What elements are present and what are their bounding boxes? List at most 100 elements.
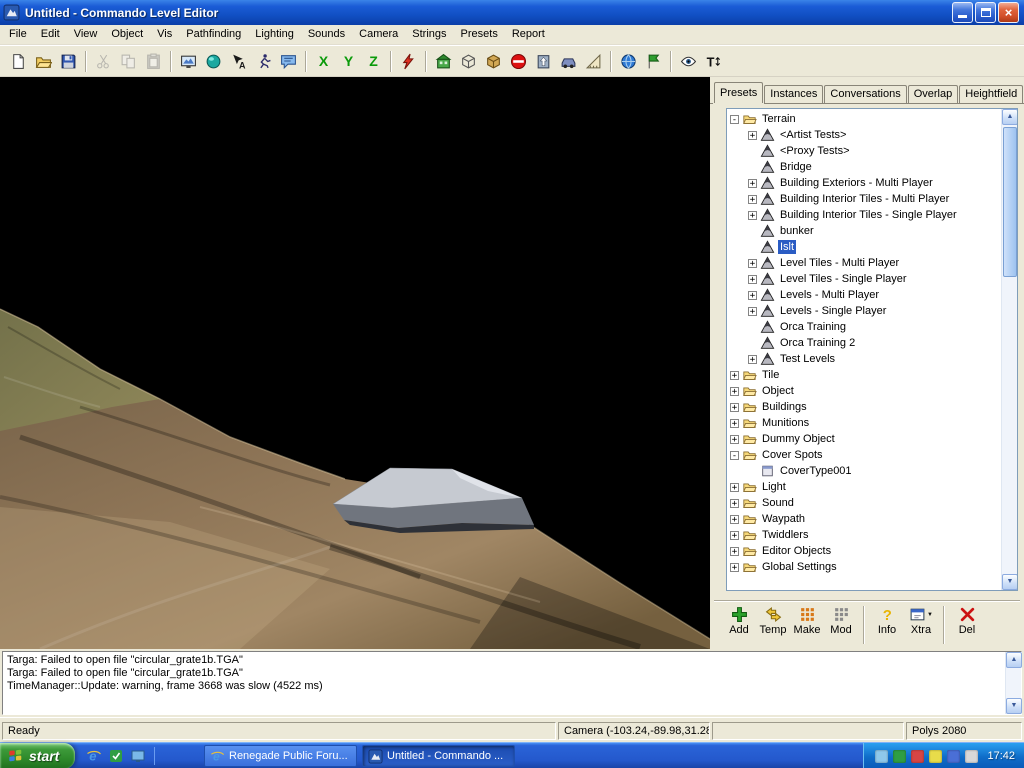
- tree-item[interactable]: + Tile: [727, 367, 1001, 383]
- tree-item-label[interactable]: Sound: [760, 496, 796, 510]
- tree-item-label[interactable]: Orca Training: [778, 320, 848, 334]
- tree-expand-plus-box[interactable]: +: [748, 211, 757, 220]
- tree-item[interactable]: +Level Tiles - Multi Player: [727, 255, 1001, 271]
- x-axis-button[interactable]: X: [311, 49, 336, 74]
- close-button[interactable]: ×: [998, 2, 1019, 23]
- tree-item[interactable]: Islt: [727, 239, 1001, 255]
- tree-expand-plus-box[interactable]: +: [730, 387, 739, 396]
- tree-scrollbar[interactable]: ▲ ▼: [1001, 109, 1017, 590]
- tab-presets[interactable]: Presets: [714, 82, 763, 103]
- tree-expand-minus-box[interactable]: -: [730, 115, 739, 124]
- z-axis-button[interactable]: Z: [361, 49, 386, 74]
- building-button[interactable]: [431, 49, 456, 74]
- tree-item-label[interactable]: Orca Training 2: [778, 336, 857, 350]
- tree-expand-plus-box[interactable]: +: [730, 499, 739, 508]
- globe-button[interactable]: [616, 49, 641, 74]
- tree-expand-plus-box[interactable]: +: [748, 179, 757, 188]
- tree-item[interactable]: +Dummy Object: [727, 431, 1001, 447]
- menu-strings[interactable]: Strings: [405, 25, 453, 44]
- del-button[interactable]: Del: [950, 606, 984, 636]
- menu-file[interactable]: File: [2, 25, 34, 44]
- tab-instances[interactable]: Instances: [764, 85, 823, 103]
- tree-item[interactable]: CoverType001: [727, 463, 1001, 479]
- elevator-button[interactable]: [531, 49, 556, 74]
- tray-icon-2[interactable]: [893, 750, 906, 763]
- taskbar-task-1[interactable]: eRenegade Public Foru...: [204, 745, 357, 767]
- tree-item-label[interactable]: Building Exteriors - Multi Player: [778, 176, 935, 190]
- tree-item-label[interactable]: Tile: [760, 368, 781, 382]
- tree-item-label[interactable]: Dummy Object: [760, 432, 837, 446]
- menu-camera[interactable]: Camera: [352, 25, 405, 44]
- quick-launch-2[interactable]: [108, 748, 124, 764]
- tree-item-label[interactable]: Light: [760, 480, 788, 494]
- menu-presets[interactable]: Presets: [454, 25, 505, 44]
- tray-icon-3[interactable]: [911, 750, 924, 763]
- select-object-button[interactable]: A: [226, 49, 251, 74]
- temp-button[interactable]: Temp: [756, 606, 790, 636]
- make-button[interactable]: Make: [790, 606, 824, 636]
- tree-expand-plus-box[interactable]: +: [748, 291, 757, 300]
- tree-item[interactable]: +<Artist Tests>: [727, 127, 1001, 143]
- tree-item[interactable]: +Building Interior Tiles - Multi Player: [727, 191, 1001, 207]
- menu-view[interactable]: View: [67, 25, 105, 44]
- conversation-button[interactable]: [276, 49, 301, 74]
- wireframe-cube-button[interactable]: [456, 49, 481, 74]
- ruler-button[interactable]: [581, 49, 606, 74]
- tree-item-label[interactable]: Building Interior Tiles - Single Player: [778, 208, 959, 222]
- tree-item[interactable]: +Munitions: [727, 415, 1001, 431]
- tree-item[interactable]: +Editor Objects: [727, 543, 1001, 559]
- tree-item[interactable]: Bridge: [727, 159, 1001, 175]
- tree-item-label[interactable]: Level Tiles - Multi Player: [778, 256, 901, 270]
- tree-item[interactable]: +Buildings: [727, 399, 1001, 415]
- mod-button[interactable]: Mod: [824, 606, 858, 636]
- tab-conversations[interactable]: Conversations: [824, 85, 906, 103]
- tree-item-label[interactable]: Levels - Multi Player: [778, 288, 881, 302]
- log-scroll-down-button[interactable]: ▼: [1006, 698, 1022, 714]
- scroll-down-button[interactable]: ▼: [1002, 574, 1018, 590]
- tree-item[interactable]: + Twiddlers: [727, 527, 1001, 543]
- scroll-up-button[interactable]: ▲: [1002, 109, 1018, 125]
- tree-expand-plus-box[interactable]: +: [748, 195, 757, 204]
- dropdown-arrow-icon[interactable]: ▼: [927, 612, 933, 618]
- tree-item-label[interactable]: Terrain: [760, 112, 798, 126]
- scroll-thumb[interactable]: [1003, 127, 1017, 277]
- tree-expand-minus-box[interactable]: -: [730, 451, 739, 460]
- tree-item-label[interactable]: CoverType001: [778, 464, 854, 478]
- tree-expand-plus-box[interactable]: +: [730, 483, 739, 492]
- tree-item-label[interactable]: Cover Spots: [760, 448, 825, 462]
- tree-expand-plus-box[interactable]: +: [730, 531, 739, 540]
- tray-icon-5[interactable]: [947, 750, 960, 763]
- maximize-button[interactable]: [975, 2, 996, 23]
- text-tool-button[interactable]: T: [701, 49, 726, 74]
- tree-expand-plus-box[interactable]: +: [730, 547, 739, 556]
- minimize-button[interactable]: [952, 2, 973, 23]
- tree-expand-plus-box[interactable]: +: [730, 515, 739, 524]
- tree-item[interactable]: - Terrain: [727, 111, 1001, 127]
- tree-expand-plus-box[interactable]: +: [748, 131, 757, 140]
- tree-expand-plus-box[interactable]: +: [730, 371, 739, 380]
- tray-icon-6[interactable]: [965, 750, 978, 763]
- tree-item-label[interactable]: Global Settings: [760, 560, 839, 574]
- tree-item[interactable]: - Cover Spots: [727, 447, 1001, 463]
- log-scrollbar[interactable]: ▲ ▼: [1005, 652, 1021, 714]
- tree-item-label[interactable]: Twiddlers: [760, 528, 810, 542]
- menu-report[interactable]: Report: [505, 25, 552, 44]
- flag-button[interactable]: [641, 49, 666, 74]
- tree-item[interactable]: +Object: [727, 383, 1001, 399]
- tree-expand-plus-box[interactable]: +: [730, 563, 739, 572]
- preset-tree[interactable]: -Terrain+<Artist Tests><Proxy Tests>Brid…: [727, 109, 1001, 590]
- start-button[interactable]: start: [0, 743, 75, 768]
- tree-item[interactable]: Orca Training: [727, 319, 1001, 335]
- eye-button[interactable]: [676, 49, 701, 74]
- menu-sounds[interactable]: Sounds: [301, 25, 352, 44]
- info-button[interactable]: ?Info: [870, 606, 904, 636]
- tree-expand-plus-box[interactable]: +: [730, 403, 739, 412]
- add-button[interactable]: Add: [722, 606, 756, 636]
- log-scroll-up-button[interactable]: ▲: [1006, 652, 1022, 668]
- tree-item[interactable]: + Building Interior Tiles - Single Player: [727, 207, 1001, 223]
- save-button[interactable]: [56, 49, 81, 74]
- tree-item-label[interactable]: Munitions: [760, 416, 811, 430]
- paste-button[interactable]: [141, 49, 166, 74]
- tree-item[interactable]: +Waypath: [727, 511, 1001, 527]
- character-button[interactable]: [251, 49, 276, 74]
